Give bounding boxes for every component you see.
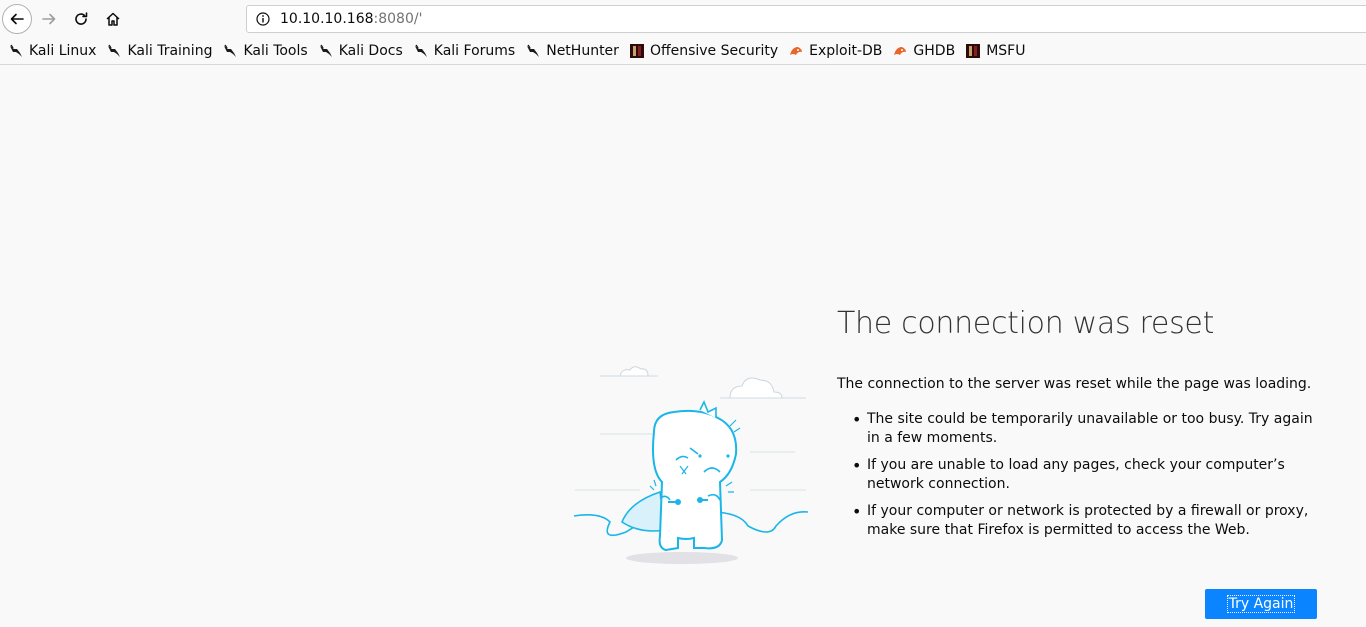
kali-dragon-icon bbox=[525, 43, 541, 59]
disconnected-dinosaur-illustration bbox=[573, 366, 809, 564]
bookmark-exploit-db[interactable]: Exploit-DB bbox=[784, 40, 886, 62]
exploit-db-icon bbox=[788, 43, 804, 59]
kali-dragon-icon bbox=[318, 43, 334, 59]
url-host: 10.10.10.168 bbox=[280, 11, 374, 27]
bookmark-kali-tools[interactable]: Kali Tools bbox=[218, 40, 311, 62]
bookmark-nethunter[interactable]: NetHunter bbox=[521, 40, 623, 62]
info-icon[interactable] bbox=[256, 12, 270, 26]
bookmarks-toolbar: Kali Linux Kali Training Kali Tools Kali Do… bbox=[0, 38, 1366, 65]
list-item: If your computer or network is protected… bbox=[852, 502, 1322, 540]
exploit-db-icon bbox=[892, 43, 908, 59]
url-text[interactable]: 10.10.10.168:8080/' bbox=[280, 11, 422, 27]
forward-arrow-icon bbox=[42, 13, 56, 25]
cloud-icon bbox=[619, 366, 649, 377]
list-item: The site could be temporarily unavailabl… bbox=[852, 410, 1322, 448]
bookmark-kali-training[interactable]: Kali Training bbox=[102, 40, 216, 62]
error-title: The connection was reset bbox=[837, 306, 1215, 341]
bookmark-label: Offensive Security bbox=[649, 43, 779, 59]
bookmark-kali-linux[interactable]: Kali Linux bbox=[4, 40, 100, 62]
navigation-toolbar: 10.10.10.168:8080/' bbox=[0, 0, 1366, 38]
bookmark-kali-docs[interactable]: Kali Docs bbox=[314, 40, 407, 62]
bookmark-label: Kali Tools bbox=[243, 43, 308, 59]
bookmark-kali-forums[interactable]: Kali Forums bbox=[409, 40, 519, 62]
bookmark-offensive-security[interactable]: Offensive Security bbox=[625, 40, 782, 62]
list-item: If you are unable to load any pages, che… bbox=[852, 456, 1322, 494]
kali-dragon-icon bbox=[8, 43, 24, 59]
back-button[interactable] bbox=[2, 4, 32, 34]
kali-dragon-icon bbox=[106, 43, 122, 59]
home-icon bbox=[106, 12, 120, 26]
bookmark-label: Kali Linux bbox=[29, 43, 97, 59]
offsec-icon bbox=[629, 43, 645, 59]
forward-button[interactable] bbox=[34, 4, 64, 34]
bookmark-label: MSFU bbox=[986, 43, 1026, 59]
try-again-button[interactable]: Try Again bbox=[1205, 589, 1317, 619]
bookmark-msfu[interactable]: MSFU bbox=[961, 40, 1029, 62]
bookmark-label: Kali Training bbox=[127, 43, 213, 59]
reload-icon bbox=[75, 12, 88, 25]
cloud-icon bbox=[729, 377, 783, 399]
error-suggestions-list: The site could be temporarily unavailabl… bbox=[852, 410, 1322, 548]
home-button[interactable] bbox=[98, 4, 128, 34]
reload-button[interactable] bbox=[66, 4, 96, 34]
try-again-label: Try Again bbox=[1226, 595, 1296, 613]
bookmark-label: Kali Docs bbox=[338, 43, 403, 59]
bookmark-ghdb[interactable]: GHDB bbox=[888, 40, 959, 62]
url-path: :8080/' bbox=[373, 11, 423, 27]
error-page: The connection was reset The connection … bbox=[0, 66, 1366, 627]
bookmark-label: NetHunter bbox=[546, 43, 619, 59]
bookmark-label: Exploit-DB bbox=[809, 43, 883, 59]
bookmark-label: GHDB bbox=[913, 43, 956, 59]
bookmark-label: Kali Forums bbox=[433, 43, 516, 59]
kali-dragon-icon bbox=[413, 43, 429, 59]
back-arrow-icon bbox=[10, 13, 24, 25]
offsec-icon bbox=[965, 43, 981, 59]
kali-dragon-icon bbox=[222, 43, 238, 59]
url-bar[interactable]: 10.10.10.168:8080/' bbox=[246, 5, 1366, 33]
error-description: The connection to the server was reset w… bbox=[837, 376, 1312, 392]
